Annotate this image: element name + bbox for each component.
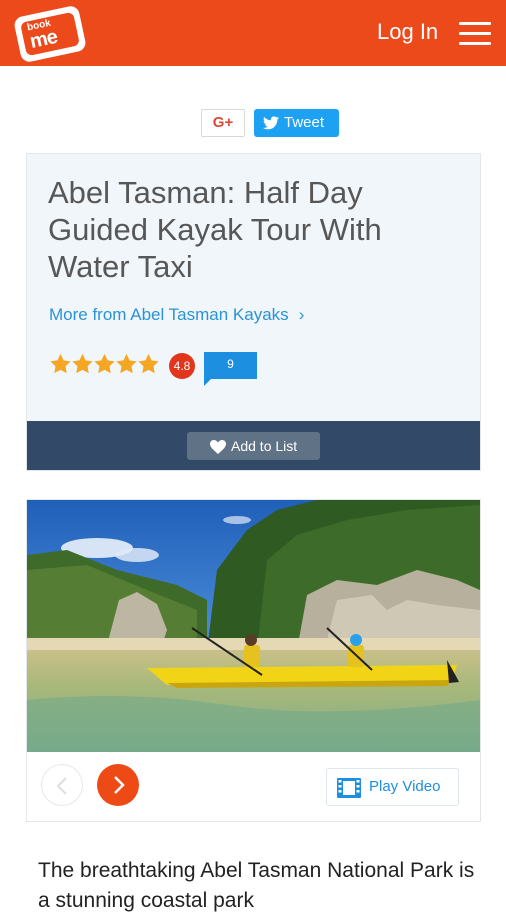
heart-icon: [210, 440, 226, 454]
kayak-tour-photo: [27, 500, 480, 752]
add-to-list-button[interactable]: Add to List: [187, 432, 320, 460]
star-icon: [116, 353, 137, 374]
star-icon: [72, 353, 93, 374]
chevron-right-icon: [114, 776, 125, 794]
play-video-button[interactable]: Play Video: [326, 768, 459, 806]
twitter-bird-icon: [263, 116, 279, 130]
bookme-logo[interactable]: book me: [12, 4, 88, 64]
listing-title: Abel Tasman: Half Day Guided Kayak Tour …: [48, 175, 382, 284]
logo-text-main: me: [28, 25, 59, 54]
more-from-label: More from Abel Tasman Kayaks: [49, 305, 289, 324]
rating-score-badge: 4.8: [169, 353, 195, 379]
tweet-label: Tweet: [284, 114, 325, 131]
review-count-bubble[interactable]: 9: [204, 352, 257, 379]
star-icon: [94, 353, 115, 374]
login-link[interactable]: Log In: [377, 19, 438, 45]
google-plus-share-button[interactable]: G+: [201, 109, 245, 137]
star-icon: [138, 353, 159, 374]
gallery-next-button[interactable]: [97, 764, 139, 806]
logo-badge: book me: [20, 11, 80, 57]
add-to-list-label: Add to List: [231, 438, 298, 454]
play-video-label: Play Video: [369, 778, 441, 795]
hamburger-menu-icon[interactable]: [459, 22, 491, 46]
review-bubble-tail: [204, 378, 212, 386]
tweet-button[interactable]: Tweet: [254, 109, 339, 137]
star-rating: [49, 353, 164, 377]
description-text: The breathtaking Abel Tasman National Pa…: [38, 859, 475, 912]
film-strip-icon: [337, 778, 361, 798]
chevron-left-icon: [56, 777, 67, 795]
kayak-scene-image: [27, 500, 480, 752]
chevron-right-icon: ›: [298, 305, 305, 324]
star-icon: [50, 353, 71, 374]
gallery-prev-button[interactable]: [41, 764, 83, 806]
more-from-operator-link[interactable]: More from Abel Tasman Kayaks ›: [49, 304, 304, 326]
top-navigation-bar: book me Log In: [0, 0, 506, 66]
